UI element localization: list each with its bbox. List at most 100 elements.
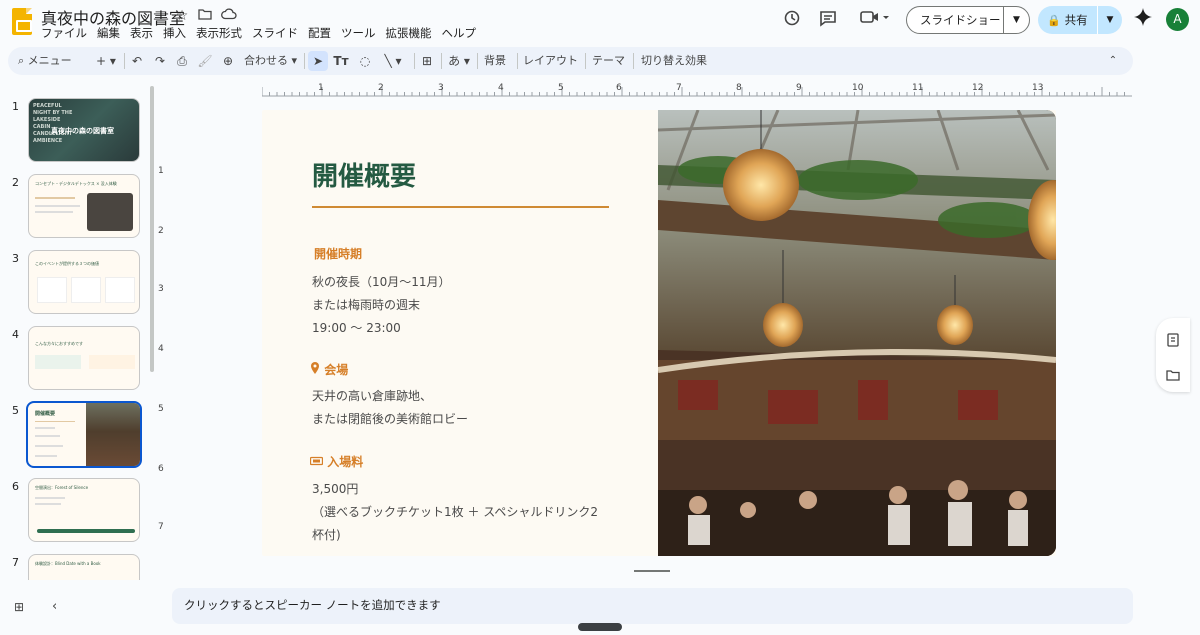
version-history-icon[interactable] — [781, 9, 803, 31]
thumb3-title: このイベントが提供する３つの価値 — [35, 261, 99, 266]
slide-thumbnail-4[interactable]: こんな方々におすすめです — [28, 326, 140, 390]
comments-icon[interactable] — [817, 9, 839, 31]
zoom-select[interactable]: 合わせる ▾ — [244, 51, 297, 71]
slideshow-button[interactable]: スライドショー ▼ — [906, 6, 1030, 34]
menu-slide[interactable]: スライド — [252, 25, 298, 41]
slide-number: 7 — [12, 556, 19, 569]
menu-search[interactable]: ⌕ メニュー — [18, 51, 96, 71]
menu-arrange[interactable]: 配置 — [308, 25, 331, 41]
line-tool-icon[interactable]: ╲ ▾ — [378, 51, 408, 71]
collapse-toolbar-icon[interactable]: ⌃ — [1104, 51, 1122, 71]
zoom-label: 合わせる — [244, 54, 288, 67]
search-icon: ⌕ — [18, 54, 25, 67]
slides-logo-icon[interactable] — [12, 8, 32, 35]
ruler-label: 9 — [796, 83, 802, 93]
insert-comment-icon[interactable]: ⊞ — [417, 51, 437, 71]
move-folder-icon[interactable] — [196, 7, 214, 25]
slide-number: 5 — [12, 404, 19, 417]
period-text[interactable]: 秋の夜長（10月〜11月） または梅雨時の週末 19:00 〜 23:00 — [312, 271, 451, 340]
share-button[interactable]: 🔒 共有 ▼ — [1038, 6, 1122, 34]
share-label-wrap[interactable]: 🔒 共有 — [1038, 6, 1098, 34]
venue-heading[interactable]: 会場 — [310, 361, 348, 378]
new-slide-button[interactable]: + ▾ — [92, 51, 120, 71]
title-underline — [312, 206, 609, 208]
menu-edit[interactable]: 編集 — [97, 25, 120, 41]
venue-line: または閉館後の美術館ロビー — [312, 412, 469, 426]
menu-insert[interactable]: 挿入 — [163, 25, 186, 41]
fee-line: 3,500円 — [312, 482, 359, 496]
menu-bar: ファイル 編集 表示 挿入 表示形式 スライド 配置 ツール 拡張機能 ヘルプ — [41, 25, 486, 41]
zoom-icon[interactable]: ⊕ — [219, 51, 237, 71]
slide-filmstrip: 1 PEACEFUL NIGHT BY THE LAKESIDE CABIN CANDL… — [0, 88, 160, 580]
grid-view-icon[interactable]: ⊞ — [14, 600, 24, 614]
bottom-resize-handle[interactable] — [578, 623, 622, 631]
period-line: 19:00 〜 23:00 — [312, 321, 401, 335]
background-button[interactable]: 背景 — [484, 51, 506, 71]
speaker-notes-area[interactable]: クリックするとスピーカー ノートを追加できます — [172, 588, 1133, 624]
text-box-icon[interactable]: Tт — [331, 51, 351, 71]
star-icon[interactable]: ☆ — [173, 7, 191, 25]
side-panel-toggle — [1156, 318, 1190, 392]
select-tool-icon[interactable]: ➤ — [308, 51, 328, 71]
slide-number: 3 — [12, 252, 19, 265]
slide-number: 4 — [12, 328, 19, 341]
collapse-filmstrip-icon[interactable]: ‹ — [52, 599, 57, 614]
transition-button[interactable]: 切り替え効果 — [641, 51, 707, 71]
ruler-label: 4 — [158, 344, 164, 354]
shape-icon[interactable]: ◌ — [355, 51, 375, 71]
slide-title[interactable]: 開催概要 — [312, 156, 416, 193]
period-line: または梅雨時の週末 — [312, 298, 421, 312]
theme-button[interactable]: テーマ — [592, 51, 625, 71]
slide-thumbnail-2[interactable]: コンセプト・デジタルデトックス × 没入体験 — [28, 174, 140, 238]
layout-button[interactable]: レイアウト — [523, 51, 578, 71]
current-slide[interactable]: 開催概要 開催時期 秋の夜長（10月〜11月） または梅雨時の週末 19:00 … — [262, 110, 1056, 556]
slide-thumbnail-1[interactable]: PEACEFUL NIGHT BY THE LAKESIDE CABIN CANDLEL… — [28, 98, 140, 162]
slide-thumbnail-6[interactable]: 空間演出：Forest of Silence — [28, 478, 140, 542]
menu-format[interactable]: 表示形式 — [196, 25, 242, 41]
menu-file[interactable]: ファイル — [41, 25, 87, 41]
fee-heading[interactable]: 入場料 — [309, 453, 364, 470]
thumb2-title: コンセプト・デジタルデトックス × 没入体験 — [35, 181, 117, 186]
slide-thumbnail-3[interactable]: このイベントが提供する３つの価値 — [28, 250, 140, 314]
menu-view[interactable]: 表示 — [130, 25, 153, 41]
filmstrip-scrollbar[interactable] — [150, 86, 154, 372]
thumb7-title: 体験設計：Blind Date with a Book — [35, 561, 101, 566]
ruler-label: 3 — [158, 284, 164, 294]
gemini-sparkle-icon[interactable] — [1132, 8, 1154, 30]
thumb6-title: 空間演出：Forest of Silence — [35, 485, 89, 490]
venue-text[interactable]: 天井の高い倉庫跡地、 または閉館後の美術館ロビー — [312, 385, 468, 431]
ruler-label: 13 — [1032, 83, 1044, 93]
redo-icon[interactable]: ↷ — [151, 51, 169, 71]
fee-text[interactable]: 3,500円 （選べるブックチケット1枚 ＋ スペシャルドリンク2 杯付) — [312, 478, 598, 547]
slide-thumbnail-7[interactable]: 体験設計：Blind Date with a Book — [28, 554, 140, 580]
ticket-icon — [309, 455, 327, 469]
fee-heading-text: 入場料 — [327, 455, 364, 469]
venue-photo[interactable] — [658, 110, 1056, 556]
speaker-notes-placeholder[interactable]: クリックするとスピーカー ノートを追加できます — [184, 597, 441, 613]
ruler-label: 6 — [616, 83, 622, 93]
print-icon[interactable]: ⎙ — [173, 51, 191, 71]
menu-extensions[interactable]: 拡張機能 — [386, 25, 432, 41]
cloud-saved-icon[interactable] — [220, 7, 238, 25]
account-avatar[interactable]: A — [1166, 8, 1189, 31]
folder-icon[interactable] — [1166, 366, 1180, 381]
notes-resize-handle[interactable] — [634, 570, 670, 572]
ruler-label: 10 — [852, 83, 864, 93]
menu-help[interactable]: ヘルプ — [442, 25, 477, 41]
input-tools-icon[interactable]: あ ▾ — [445, 51, 473, 71]
paint-format-icon[interactable]: 🖌 — [196, 51, 214, 71]
slideshow-label[interactable]: スライドショー — [907, 7, 1004, 33]
horizontal-ruler: 1 2 3 4 5 6 7 8 9 10 11 12 13 — [262, 83, 1132, 97]
slideshow-dropdown-icon[interactable]: ▼ — [1004, 15, 1029, 25]
keep-notes-icon[interactable] — [1166, 332, 1180, 347]
slide-number: 1 — [12, 100, 19, 113]
period-heading[interactable]: 開催時期 — [314, 245, 362, 262]
meet-camera-icon[interactable] — [856, 9, 892, 31]
slide-thumbnail-5-selected[interactable]: 開催概要 — [26, 401, 142, 468]
menu-tools[interactable]: ツール — [341, 25, 376, 41]
toolbar-divider — [124, 53, 125, 69]
share-dropdown-icon[interactable]: ▼ — [1098, 15, 1122, 25]
fee-line: （選べるブックチケット1枚 ＋ スペシャルドリンク2 — [312, 505, 599, 519]
toolbar-divider — [441, 53, 442, 69]
undo-icon[interactable]: ↶ — [128, 51, 146, 71]
